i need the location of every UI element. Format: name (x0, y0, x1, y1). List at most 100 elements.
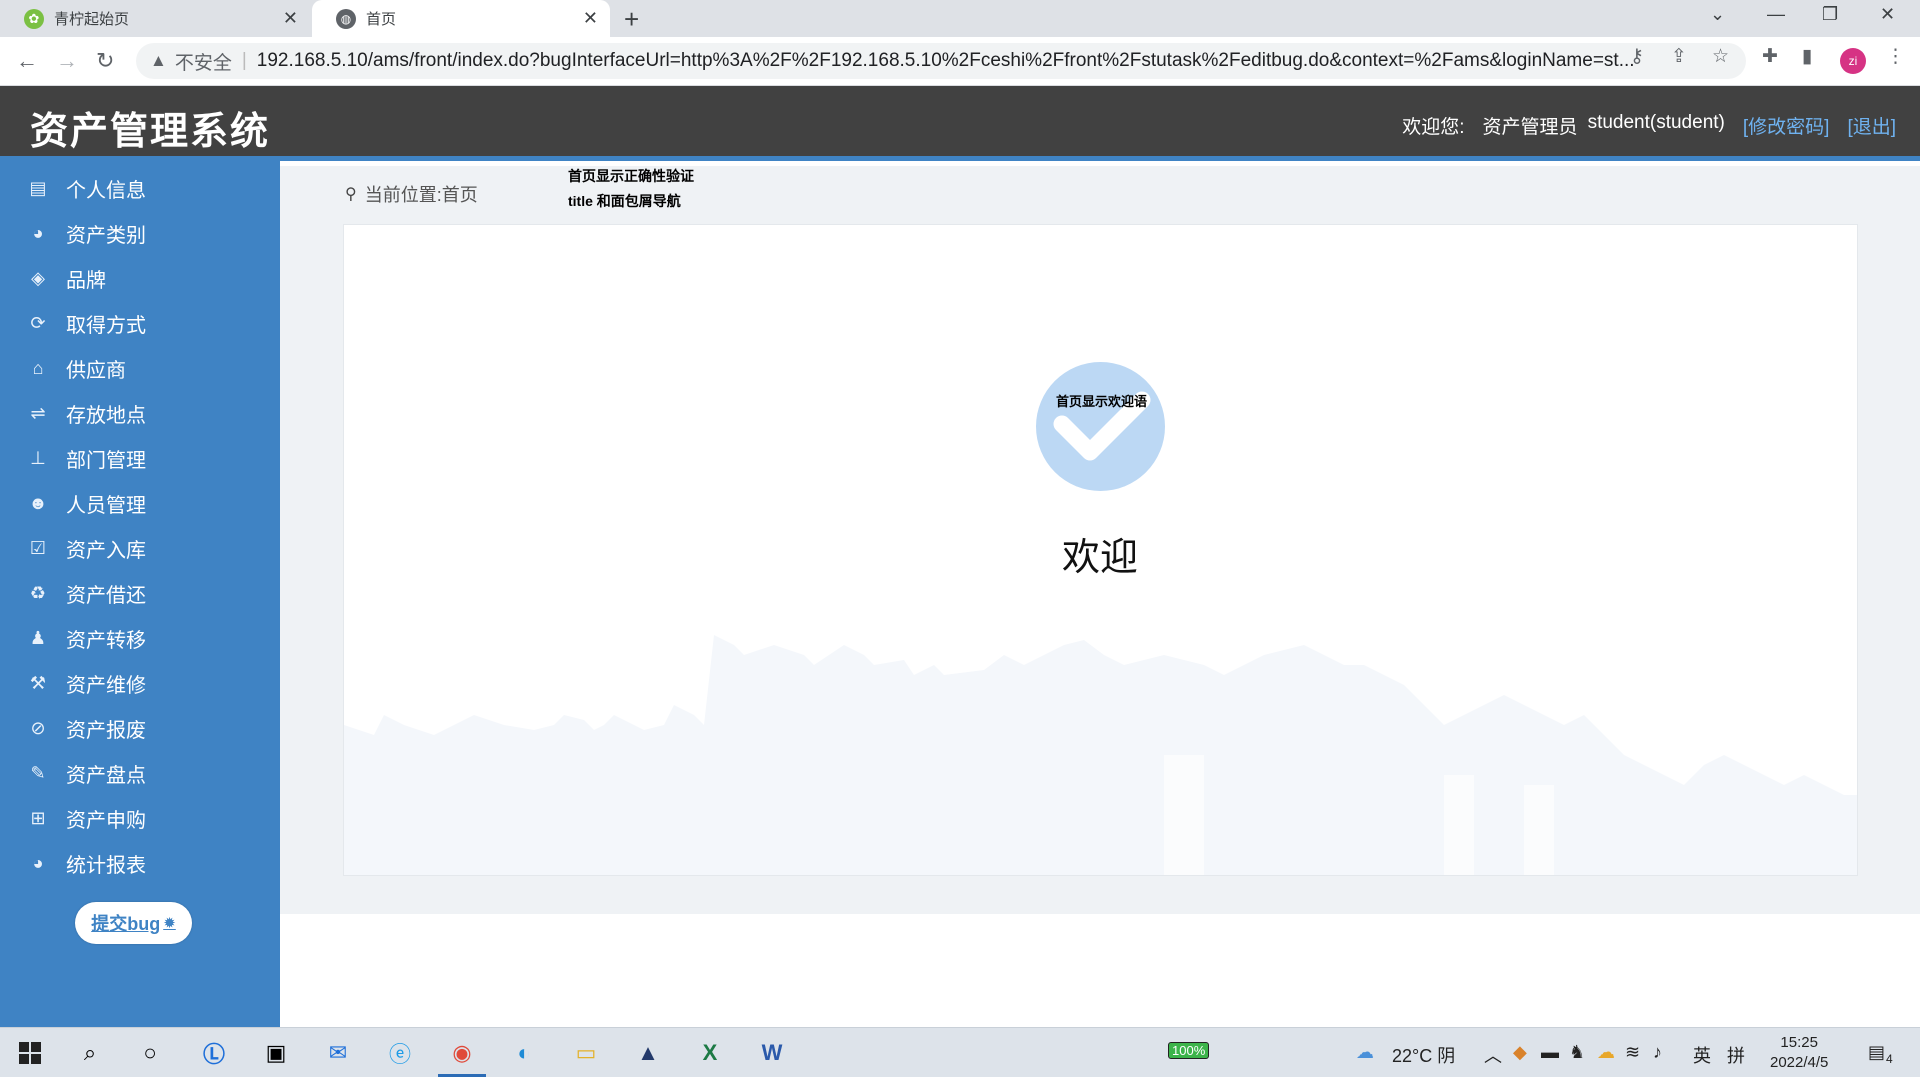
word-icon[interactable]: W (756, 1037, 788, 1069)
sidebar-item-personnel[interactable]: ☻ 人员管理 (0, 481, 280, 526)
id-card-icon: ▤ (29, 178, 47, 198)
reload-icon[interactable]: ↻ (96, 48, 114, 74)
sidebar-item-asset-inventory[interactable]: ✎ 资产盘点 (0, 751, 280, 796)
key-icon[interactable]: ⚷ (1630, 45, 1644, 68)
profile-avatar[interactable]: zi (1840, 48, 1866, 74)
close-tab-icon[interactable]: ✕ (283, 8, 298, 29)
location-pin-icon: ⚲ (345, 186, 357, 203)
logout-link[interactable]: [退出] (1847, 112, 1896, 139)
star-icon[interactable]: ☆ (1712, 45, 1729, 68)
divider: | (241, 50, 247, 71)
sidebar-item-asset-scrap[interactable]: ⊘ 资产报废 (0, 706, 280, 751)
sidebar-item-acquisition[interactable]: ⟳ 取得方式 (0, 301, 280, 346)
chrome-icon[interactable]: ◉ (446, 1037, 478, 1069)
volume-icon[interactable]: ♪ (1653, 1042, 1662, 1063)
browser-tab-bar: ✿ 青柠起始页 ✕ ◍ 首页 ✕ + ⌄ — ❐ ✕ (0, 0, 1920, 37)
sidebar-item-label: 取得方式 (66, 315, 146, 337)
bug-icon: ✹ (163, 915, 176, 932)
excel-icon[interactable]: X (694, 1037, 726, 1069)
tags-icon: ◈ (31, 268, 45, 288)
back-icon[interactable]: ← (16, 48, 38, 74)
sidebar-item-department[interactable]: ⊥ 部门管理 (0, 436, 280, 481)
side-panel-icon[interactable]: ▮ (1802, 45, 1812, 68)
sidebar-item-label: 资产维修 (66, 675, 146, 697)
mail-icon[interactable]: ✉ (322, 1037, 354, 1069)
app-title: 资产管理系统 (30, 108, 271, 153)
sidebar-item-asset-borrow[interactable]: ♻ 资产借还 (0, 571, 280, 616)
cortana-icon[interactable]: ○ (134, 1037, 166, 1069)
users-icon: ☻ (28, 493, 48, 513)
ban-icon: ⊘ (30, 718, 46, 738)
sidebar-item-personal-info[interactable]: ▤ 个人信息 (0, 166, 280, 211)
submit-bug-button[interactable]: 提交bug ✹ (75, 902, 192, 944)
sidebar-item-label: 品牌 (66, 270, 106, 292)
ie-icon[interactable]: ⓔ (384, 1037, 416, 1069)
battery-indicator[interactable]: 100% (1168, 1042, 1210, 1059)
bank-icon: ⌂ (32, 358, 44, 378)
menu-icon[interactable]: ⋮ (1886, 45, 1905, 68)
address-bar[interactable]: ▲ 不安全 | 192.168.5.10/ams/front/index.do?… (136, 43, 1746, 79)
lime-icon: ✿ (24, 8, 44, 29)
tray-cloud-icon[interactable]: ☁ (1597, 1042, 1615, 1063)
sidebar-item-label: 资产类别 (66, 225, 146, 247)
sidebar-item-label: 部门管理 (66, 450, 146, 472)
check-square-icon: ☑ (29, 538, 47, 558)
windows-taskbar: ⌕ ○ Ⓛ ▣ ✉ ⓔ ◉ ◐ ▭ ▲ X W 100% ☁ 22°C 阴 ︿ … (0, 1027, 1920, 1077)
sidebar-item-label: 个人信息 (66, 180, 146, 202)
app-ship-icon[interactable]: ▲ (632, 1037, 664, 1069)
tray-device-icon[interactable]: ▬ (1541, 1042, 1559, 1063)
sidebar-item-supplier[interactable]: ⌂ 供应商 (0, 346, 280, 391)
tab-title: 首页 (366, 11, 397, 28)
sidebar-item-reports[interactable]: ◕ 统计报表 (0, 841, 280, 886)
weather-text[interactable]: 22°C 阴 (1392, 1042, 1455, 1068)
app-l-icon[interactable]: Ⓛ (198, 1037, 230, 1069)
close-tab-icon[interactable]: ✕ (583, 8, 598, 29)
url-text[interactable]: 192.168.5.10/ams/front/index.do?bugInter… (257, 50, 1637, 72)
ime-mode[interactable]: 拼 (1727, 1042, 1745, 1068)
pie-chart-icon: ◕ (32, 853, 44, 873)
sidebar-item-location[interactable]: ⇌ 存放地点 (0, 391, 280, 436)
tray-expand-icon[interactable]: ︿ (1484, 1042, 1502, 1068)
annotation-line: 首页显示正确性验证 (568, 168, 694, 184)
browser-tab-home[interactable]: ◍ 首页 ✕ (312, 0, 610, 37)
sidebar-item-label: 资产报废 (66, 720, 146, 742)
windows-start-icon[interactable] (14, 1037, 46, 1069)
change-password-link[interactable]: [修改密码] (1743, 112, 1830, 139)
close-window-icon[interactable]: ✕ (1880, 4, 1895, 25)
sidebar-item-label: 供应商 (66, 360, 126, 382)
tab-title: 青柠起始页 (54, 11, 130, 28)
system-clock[interactable]: 15:25 2022/4/5 (1770, 1033, 1828, 1073)
sidebar-item-brand[interactable]: ◈ 品牌 (0, 256, 280, 301)
sidebar-item-label: 统计报表 (66, 855, 146, 877)
clock-time: 15:25 (1780, 1034, 1818, 1051)
sidebar-item-asset-inbound[interactable]: ☑ 资产入库 (0, 526, 280, 571)
tab-search-icon[interactable]: ⌄ (1710, 4, 1725, 25)
user-icon: ♟ (29, 628, 47, 648)
share-icon[interactable]: ⇪ (1671, 45, 1687, 68)
tray-app-icon[interactable]: ◆ (1513, 1042, 1527, 1063)
sidebar-item-asset-category[interactable]: ◕ 资产类别 (0, 211, 280, 256)
wifi-icon[interactable]: ≋ (1625, 1042, 1640, 1063)
sidebar-item-asset-transfer[interactable]: ♟ 资产转移 (0, 616, 280, 661)
extensions-icon[interactable]: ✚ (1762, 45, 1778, 68)
qq-icon[interactable]: ♞ (1569, 1042, 1585, 1063)
new-tab-icon[interactable]: + (624, 4, 639, 35)
forward-icon[interactable]: → (56, 48, 78, 74)
edge-icon[interactable]: ◐ (508, 1037, 540, 1069)
ime-language[interactable]: 英 (1693, 1042, 1711, 1068)
sidebar-item-asset-purchase[interactable]: ⊞ 资产申购 (0, 796, 280, 841)
warning-icon: ▲ (150, 51, 167, 70)
minimize-icon[interactable]: — (1767, 4, 1785, 25)
test-annotation: 首页显示正确性验证 title 和面包屑导航 (568, 164, 694, 214)
store-icon[interactable]: ▣ (260, 1037, 292, 1069)
sidebar-item-asset-repair[interactable]: ⚒ 资产维修 (0, 661, 280, 706)
notification-icon[interactable]: ▤ (1868, 1042, 1885, 1063)
browser-tab-start-page[interactable]: ✿ 青柠起始页 ✕ (0, 0, 310, 37)
browser-toolbar: ← → ↻ ▲ 不安全 | 192.168.5.10/ams/front/ind… (0, 37, 1920, 86)
restore-icon[interactable]: ❐ (1822, 4, 1838, 25)
sidebar-item-label: 资产入库 (66, 540, 146, 562)
search-icon[interactable]: ⌕ (74, 1037, 106, 1069)
city-skyline-illustration (344, 635, 1857, 875)
sidebar-item-label: 资产盘点 (66, 765, 146, 787)
file-explorer-icon[interactable]: ▭ (570, 1037, 602, 1069)
